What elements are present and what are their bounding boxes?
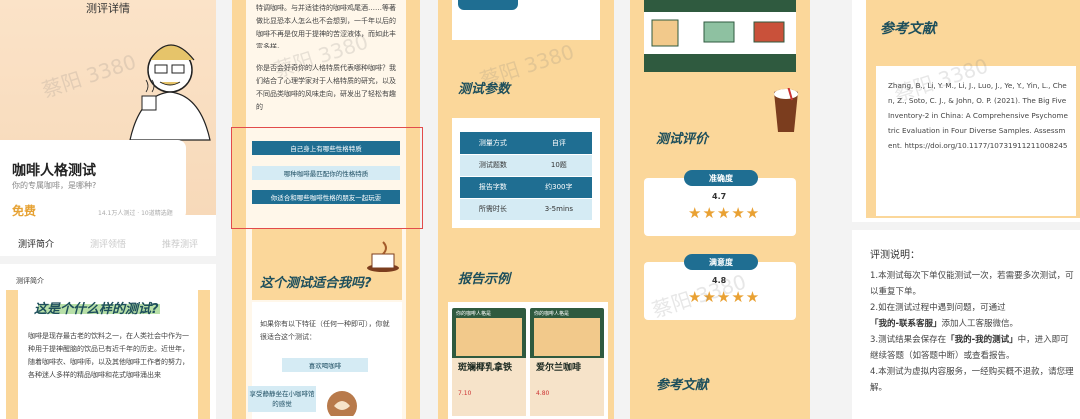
test-title: 咖啡人格测试 — [12, 163, 96, 179]
report-sample-image — [456, 318, 522, 356]
tab-insight[interactable]: 测评领悟 — [90, 237, 126, 250]
accuracy-label: 准确度 — [684, 170, 758, 186]
latte-art-icon — [327, 391, 357, 416]
watermark: 蔡阳 3380 — [477, 39, 578, 93]
report-sample-price: 4.80 — [536, 390, 550, 397]
report-sample-1: 你的咖啡人格是 斑斓椰乳拿铁 7.10 — [452, 308, 526, 416]
report-sample-2: 你的咖啡人格是 爱尔兰咖啡 4.80 — [530, 308, 604, 416]
detail-tabs: 测评简介 测评领悟 推荐测评 — [0, 232, 216, 254]
section-label: 测评简介 — [16, 277, 44, 285]
note-2-text: 2.如在测试过程中遇到问题，可通过 — [870, 303, 1006, 313]
top-pill — [458, 0, 518, 10]
params-val: 自评 — [525, 132, 592, 155]
accuracy-card: 准确度 4.7 ★★★★★ — [644, 170, 796, 236]
satisfaction-label: 满意度 — [684, 254, 758, 270]
reviews-heading: 测试评价 — [656, 132, 709, 147]
params-val: 10题 — [525, 154, 592, 177]
divider — [852, 222, 1080, 230]
tab-recommend[interactable]: 推荐测评 — [162, 237, 198, 250]
trait-like-coffee: 喜欢喝咖啡 — [282, 358, 368, 372]
params-key: 所需时长 — [460, 198, 526, 221]
test-stats: 14.1万人测过 · 10道精选题 — [98, 210, 173, 217]
params-row: 所需时长 3-5mins — [460, 198, 592, 221]
note-1: 1.本测试每次下单仅能测试一次，若需要多次测试，可以重复下单。 — [870, 271, 1074, 297]
params-val: 约300字 — [525, 176, 592, 199]
intro-paragraph: 咖啡是现存最古老的饮料之一，在人类社会中作为一种用于提神醒脑的饮品已有近千年的历… — [28, 332, 189, 379]
report-example-heading: 报告示例 — [458, 272, 511, 287]
params-row: 测试题数 10题 — [460, 154, 592, 177]
suitability-heading: 这个测试适合我吗? — [260, 276, 372, 291]
note-2-end: 添加人工客服微信。 — [941, 319, 1019, 329]
intro-heading: 这是个什么样的测试? — [34, 302, 159, 317]
reviews-panel: 测试评价 准确度 4.7 ★★★★★ 满意度 4.8 ★★★★★ 参考文献 蔡阳… — [630, 0, 810, 419]
params-key: 报告字数 — [460, 176, 526, 199]
references-panel: 参考文献 Zhang, B., Li, Y. M., Li, J., Luo, … — [852, 0, 1080, 419]
params-row: 报告字数 约300字 — [460, 176, 592, 199]
cafe-illustration — [644, 0, 796, 72]
note-2-link[interactable]: 「我的-联系客服」 — [870, 319, 942, 329]
detail-page-panel: 测评详情 咖啡人格测试 你的专属咖啡，是哪种? 免费 14.1万人测过 · 10… — [0, 0, 216, 419]
iced-coffee-icon — [774, 88, 798, 132]
params-row: 测量方式 自评 — [460, 132, 592, 155]
test-subtitle: 你的专属咖啡，是哪种? — [12, 181, 97, 190]
report-sample-title: 爱尔兰咖啡 — [536, 363, 582, 373]
tab-intro[interactable]: 测评简介 — [18, 237, 54, 250]
params-key: 测量方式 — [460, 132, 526, 155]
screenshot-collage: 测评详情 咖啡人格测试 你的专属咖啡，是哪种? 免费 14.1万人测过 · 10… — [0, 0, 1080, 419]
references-heading: 参考文献 — [656, 378, 709, 393]
suitability-card: 如果你有以下特征（任何一种即可），你就很适合这个测试： 喜欢喝咖啡 享受静静坐在… — [248, 302, 402, 419]
trait-cafe: 享受静静坐在小咖啡馆的感觉 — [248, 386, 316, 412]
accuracy-value: 4.7 — [712, 192, 727, 201]
report-sample-image — [534, 318, 600, 356]
params-panel: 测试参数 测量方式 自评 测试题数 10题 报告字数 约300字 所需时长 3-… — [438, 0, 614, 419]
report-example-card: 你的咖啡人格是 斑斓椰乳拿铁 7.10 你的咖啡人格是 爱尔兰咖啡 4.80 — [448, 302, 608, 419]
intro-card: 这是个什么样的测试? 咖啡是现存最古老的饮料之一，在人类社会中作为一种用于提神醒… — [6, 290, 210, 419]
accuracy-stars: ★★★★★ — [688, 204, 761, 222]
coffee-cup-icon — [367, 241, 399, 272]
cafe-illustration-card — [644, 0, 796, 72]
top-fragment — [452, 0, 600, 40]
references-title: 参考文献 — [880, 21, 936, 37]
suitability-text: 如果你有以下特征（任何一种即可），你就很适合这个测试： — [260, 320, 390, 341]
notes-list: 1.本测试每次下单仅能测试一次，若需要多次测试，可以重复下单。 2.如在测试过程… — [870, 268, 1076, 396]
note-2: 2.如在测试过程中遇到问题，可通过「我的-联系客服」添加人工客服微信。 — [870, 300, 1076, 332]
report-sample-price: 7.10 — [458, 390, 472, 397]
intro-card-inner: 这是个什么样的测试? 咖啡是现存最古老的饮料之一，在人类社会中作为一种用于提神醒… — [18, 290, 198, 419]
params-key: 测试题数 — [460, 154, 526, 177]
page-title: 测评详情 — [86, 2, 130, 15]
params-card: 测量方式 自评 测试题数 10题 报告字数 约300字 所需时长 3-5mins — [452, 118, 600, 228]
note-3-text: 3.测试结果会保存在 — [870, 335, 947, 345]
report-sample-header: 你的咖啡人格是 — [456, 311, 492, 317]
report-sample-title: 斑斓椰乳拿铁 — [458, 363, 513, 373]
params-table: 测量方式 自评 测试题数 10题 报告字数 约300字 所需时长 3-5mins — [460, 132, 592, 221]
report-sample-header: 你的咖啡人格是 — [534, 311, 570, 317]
params-val: 3-5mins — [525, 198, 592, 221]
divider — [0, 256, 216, 264]
price-label: 免费 — [12, 204, 37, 218]
notes-title: 评测说明： — [870, 250, 920, 261]
highlight-box — [231, 127, 423, 229]
note-3-link[interactable]: 「我的-我的测试」 — [946, 335, 1018, 345]
note-3: 3.测试结果会保存在「我的-我的测试」中，进入即可继续答题（如答题中断）或查看报… — [870, 332, 1076, 364]
note-4: 4.本测试为虚拟内容服务，一经购买概不退款，请您理解。 — [870, 367, 1074, 393]
